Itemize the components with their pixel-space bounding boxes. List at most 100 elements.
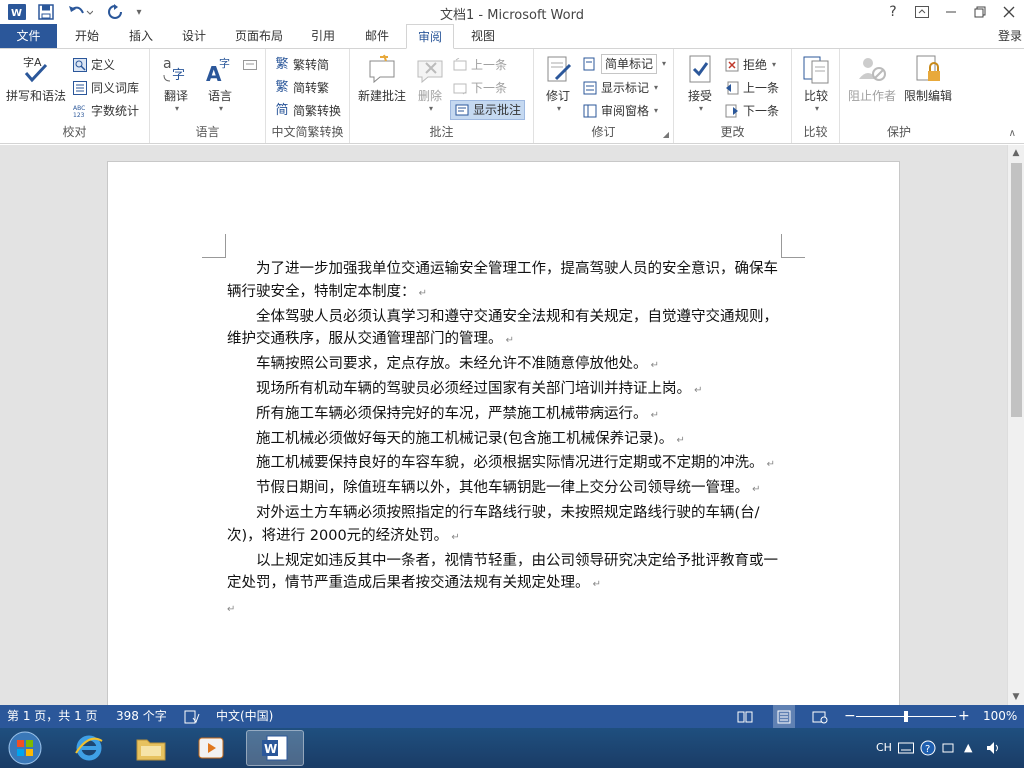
document-paragraph[interactable]: 现场所有机动车辆的驾驶员必须经过国家有关部门培训并持证上岗。 ↵ [227,378,787,403]
scrollbar-thumb[interactable] [1011,163,1022,417]
block-authors-button[interactable]: 阻止作者 [844,53,900,104]
help-tray-icon[interactable]: ? [920,728,936,768]
next-comment-button[interactable]: 下一条 [452,78,507,98]
word-count-button[interactable]: ABC 123 字数统计 [72,101,139,121]
document-paragraph[interactable]: 全体驾驶人员必须认真学习和遵守交通安全法规和有关规定，自觉遵守交通规则，维护交通… [227,306,787,354]
tab-view[interactable]: 视图 [460,24,506,48]
tab-insert[interactable]: 插入 [118,24,164,48]
document-paragraph[interactable]: 所有施工车辆必须保持完好的车况，严禁施工机械带病运行。 ↵ [227,403,787,428]
translate-icon: a字 [160,53,192,85]
accept-button[interactable]: 接受 ▾ [680,53,720,113]
crop-mark-top-left [202,234,226,258]
spelling-grammar-button[interactable]: 字A 拼写和语法 [4,53,68,104]
media-player-icon[interactable] [182,730,240,766]
define-button[interactable]: 定义 [72,55,115,75]
document-paragraph[interactable]: 施工机械必须做好每天的施工机械记录(包含施工机械保养记录)。 ↵ [227,428,787,453]
markup-mode-caret-icon: ▾ [662,59,667,68]
paragraph-text: 现场所有机动车辆的驾驶员必须经过国家有关部门培训并持证上岗。 [256,380,691,397]
ime-settings-icon[interactable] [242,55,258,75]
document-paragraph[interactable]: 以上规定如违反其中一条者，视情节轻重，由公司领导研究决定给予批评教育或一定处罚，… [227,550,787,598]
simplified-to-traditional-button[interactable]: 繁 简转繁 [274,78,329,98]
help-button[interactable]: ? [878,0,908,24]
show-hidden-icons-icon[interactable]: ▲ [964,728,972,768]
reviewing-pane-button[interactable]: 审阅窗格 ▾ [582,101,658,121]
scroll-up-icon[interactable]: ▲ [1008,145,1024,161]
show-markup-caret-icon: ▾ [654,83,659,92]
block-authors-label: 阻止作者 [847,89,896,103]
zoom-level[interactable]: 100% [983,705,1017,728]
accept-label: 接受 [687,89,712,103]
tab-page-layout[interactable]: 页面布局 [226,24,292,48]
document-paragraph[interactable]: 车辆按照公司要求，定点存放。未经允许不准随意停放他处。 ↵ [227,353,787,378]
markup-mode-value[interactable]: 简单标记 [601,54,658,74]
new-comment-button[interactable]: 新建批注 [354,53,410,104]
zoom-out-icon[interactable]: − [844,705,856,728]
chinese-conversion-icon: 简 [275,103,289,118]
restore-icon[interactable] [965,0,995,24]
markup-mode-dropdown[interactable]: 简单标记 ▾ [582,54,666,74]
language-button[interactable]: A字 语言 ▾ [200,53,240,113]
document-body[interactable]: 为了进一步加强我单位交通运输安全管理工作，提高驾驶人员的安全意识，确保车辆行驶安… [227,258,787,622]
paragraph-mark-icon: ↵ [673,434,685,446]
login-link[interactable]: 登录 [998,24,1022,48]
tab-review[interactable]: 审阅 [406,24,454,49]
tab-design[interactable]: 设计 [171,24,217,48]
traditional-to-simplified-button[interactable]: 繁 繁转简 [274,55,329,75]
thesaurus-button[interactable]: 同义词库 [72,78,139,98]
file-explorer-icon[interactable] [122,730,180,766]
close-icon[interactable] [994,0,1024,24]
title-bar: W ▾ 文档1 - Microsoft Word ? [0,0,1024,24]
document-page[interactable]: 为了进一步加强我单位交通运输安全管理工作，提高驾驶人员的安全意识，确保车辆行驶安… [107,161,900,705]
minimize-icon[interactable] [936,0,966,24]
word-taskbar-icon[interactable]: W [246,730,304,766]
tab-mailings[interactable]: 邮件 [354,24,400,48]
reject-button[interactable]: 拒绝 ▾ [724,55,776,75]
previous-change-label: 上一条 [743,81,780,95]
word-count[interactable]: 398 个字 [116,705,167,728]
document-paragraph[interactable]: 为了进一步加强我单位交通运输安全管理工作，提高驾驶人员的安全意识，确保车辆行驶安… [227,258,787,306]
zoom-in-icon[interactable]: + [958,705,970,728]
document-paragraph[interactable]: 节假日期间，除值班车辆以外，其他车辆钥匙一律上交分公司领导统一管理。 ↵ [227,477,787,502]
track-changes-button[interactable]: 修订 ▾ [538,53,578,113]
scroll-down-icon[interactable]: ▼ [1008,689,1024,705]
empty-paragraph[interactable]: ↵ [227,597,787,622]
collapse-ribbon-icon[interactable]: ∧ [1009,128,1016,139]
ribbon-display-icon[interactable] [907,0,937,24]
previous-comment-button[interactable]: 上一条 [452,55,507,75]
delete-comment-button[interactable]: 删除 ▾ [412,53,448,113]
document-paragraph[interactable]: 对外运土方车辆必须按照指定的行车路线行驶，未按照规定路线行驶的车辆(台/次)，将… [227,502,787,550]
next-change-button[interactable]: 下一条 [724,101,779,121]
tab-file[interactable]: 文件 [0,24,57,48]
page-count[interactable]: 第 1 页，共 1 页 [7,705,98,728]
group-label-proofing: 校对 [62,125,87,139]
tray-options-icon[interactable] [942,728,954,768]
document-paragraph[interactable]: 施工机械要保持良好的车容车貌，必须根据实际情况进行定期或不定期的冲洗。 ↵ [227,452,787,477]
language-dropdown-icon: ▾ [218,104,223,113]
tab-references[interactable]: 引用 [300,24,346,48]
ime-indicator[interactable]: CH [876,728,892,768]
accept-dropdown-icon: ▾ [698,104,703,113]
zoom-slider-thumb[interactable] [904,711,908,722]
tab-home[interactable]: 开始 [64,24,110,48]
track-changes-icon [542,53,574,85]
restrict-editing-button[interactable]: 限制编辑 [900,53,956,104]
internet-explorer-icon[interactable] [60,730,118,766]
translate-dropdown-icon: ▾ [174,104,179,113]
compare-button[interactable]: 比较 ▾ [796,53,836,113]
translate-button[interactable]: a字 翻译 ▾ [156,53,196,113]
show-comments-button[interactable]: 显示批注 [450,100,526,120]
vertical-scrollbar[interactable]: ▲ ▼ [1007,145,1024,705]
volume-icon[interactable] [986,728,1002,768]
define-icon [72,57,88,73]
paragraph-mark-icon: ↵ [749,484,761,496]
thesaurus-label: 同义词库 [91,81,140,95]
start-button[interactable] [0,730,50,766]
group-tracking: 修订 ▾ 简单标记 ▾ 显示标记 ▾ 审阅窗格 ▾ ◢ 修订 [534,49,674,143]
show-markup-button[interactable]: 显示标记 ▾ [582,78,658,98]
paragraph-mark-icon: ↵ [691,384,703,396]
language-status[interactable]: 中文(中国) [216,705,273,728]
previous-change-button[interactable]: 上一条 [724,78,779,98]
keyboard-icon[interactable] [898,728,914,768]
traditional-to-simplified-icon: 繁 [275,57,289,72]
chinese-conversion-button[interactable]: 简 简繁转换 [274,101,341,121]
